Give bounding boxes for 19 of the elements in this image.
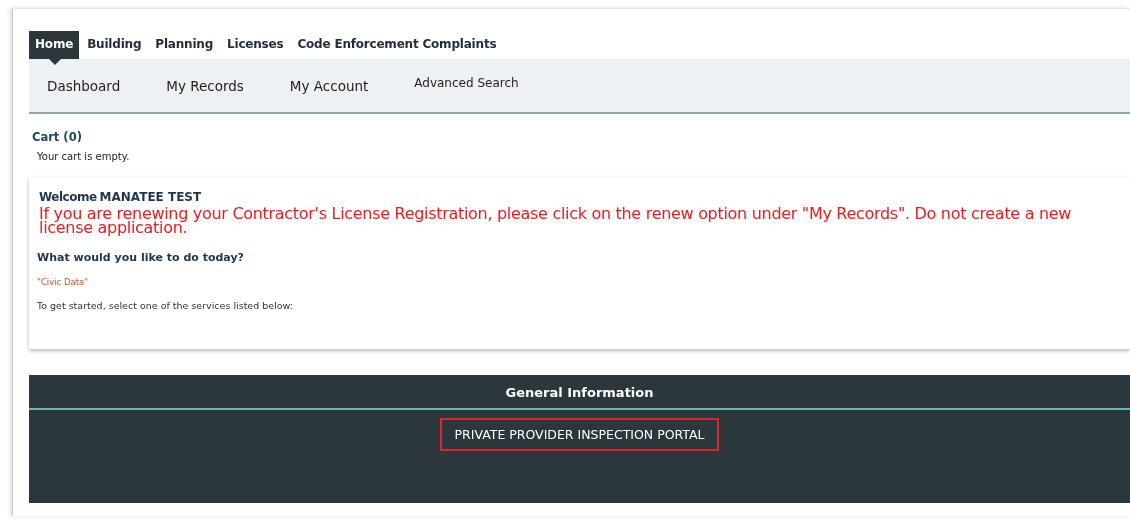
notice-text: If you are renewing your Contractor's License Registration, please click on the renew option under "My Records". Do not create a new license application. [39, 207, 1073, 235]
nav-tab[interactable]: Home [29, 31, 80, 59]
welcome-label: Welcome [39, 190, 97, 204]
instruction-text: To get started, select one of the services listed below: [37, 300, 295, 311]
cart-link[interactable]: Cart (0) [32, 130, 1130, 144]
user-name: MANATEE TEST [99, 190, 202, 204]
subnav-link[interactable]: My Account [289, 78, 369, 94]
civic-data-text: "Civic Data" [37, 277, 90, 287]
subnav-link[interactable]: My Records [166, 78, 244, 94]
subnav-link[interactable]: Advanced Search [414, 76, 519, 90]
panel-title: General Information [29, 375, 1130, 410]
subnav-link[interactable]: Dashboard [47, 78, 121, 94]
nav-tab[interactable]: Licenses [221, 31, 290, 59]
cart-message: Your cart is empty. [37, 151, 131, 162]
nav-tab[interactable]: Planning [149, 31, 220, 59]
question-heading: What would you like to do today? [37, 251, 245, 264]
nav-tab[interactable]: Building [81, 31, 148, 59]
nav-tab[interactable]: Code Enforcement Complaints [291, 31, 503, 59]
portal-link[interactable]: PRIVATE PROVIDER INSPECTION PORTAL [439, 418, 720, 451]
